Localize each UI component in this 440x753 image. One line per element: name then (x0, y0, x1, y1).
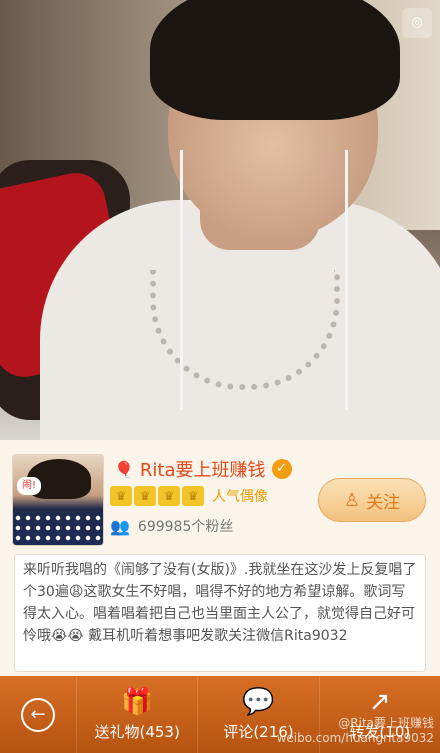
weibo-watermark: @Rita要上班赚钱 weibo.com/huangrita9032 (277, 714, 434, 745)
live-video[interactable]: ◎ (0, 0, 440, 440)
follow-label: 关注 (366, 492, 401, 513)
user-title: 人气偶像 (212, 489, 268, 505)
crown-icon: ♛ (182, 486, 204, 506)
watermark-user: @Rita要上班赚钱 (338, 716, 434, 730)
speech-bubble-icon: 💬 (242, 687, 275, 717)
earphone-cable-left (180, 150, 183, 410)
description-text: 来听听我唱的《闹够了没有(女版)》.我就坐在这沙发上反复唱了个30遍😩这歌女生不… (14, 554, 426, 672)
level-crowns: ♛ ♛ ♛ ♛ 人气偶像 (110, 486, 268, 506)
share-arrow-icon: ↗ (368, 687, 391, 717)
user-name[interactable]: Rita要上班赚钱 (140, 456, 266, 482)
fans-icon: 👥 (110, 516, 130, 536)
follow-button[interactable]: ♙ 关注 (318, 478, 426, 522)
avatar-badge: 闹! (17, 477, 41, 495)
hair (150, 0, 400, 120)
crown-icon: ♛ (110, 486, 132, 506)
watermark-url: weibo.com/huangrita9032 (276, 731, 434, 745)
video-corner-button[interactable]: ◎ (402, 8, 432, 38)
crown-icon: ♛ (158, 486, 180, 506)
profile-card: 闹! 🎈 Rita要上班赚钱 ✓ ♛ ♛ ♛ ♛ 人气偶像 👥 699985个粉… (0, 440, 440, 676)
send-gift-button[interactable]: 🎁 送礼物(453) (76, 676, 197, 753)
send-gift-label: 送礼物(453) (94, 723, 180, 741)
balloon-icon: 🎈 (114, 459, 134, 479)
crown-icon: ♛ (134, 486, 156, 506)
avatar-shirt (13, 513, 103, 545)
name-row: 🎈 Rita要上班赚钱 ✓ (114, 456, 292, 482)
back-arrow-icon: ← (21, 697, 55, 732)
verified-icon: ✓ (271, 459, 292, 479)
fan-count: 699985个粉丝 (137, 519, 234, 535)
back-button[interactable]: ← (0, 676, 76, 753)
avatar[interactable]: 闹! (12, 454, 104, 546)
gift-icon: 🎁 (120, 687, 154, 717)
earphone-cable-right (345, 150, 348, 410)
fans-row: 👥 699985个粉丝 (110, 516, 233, 536)
add-user-icon: ♙ (343, 489, 361, 511)
